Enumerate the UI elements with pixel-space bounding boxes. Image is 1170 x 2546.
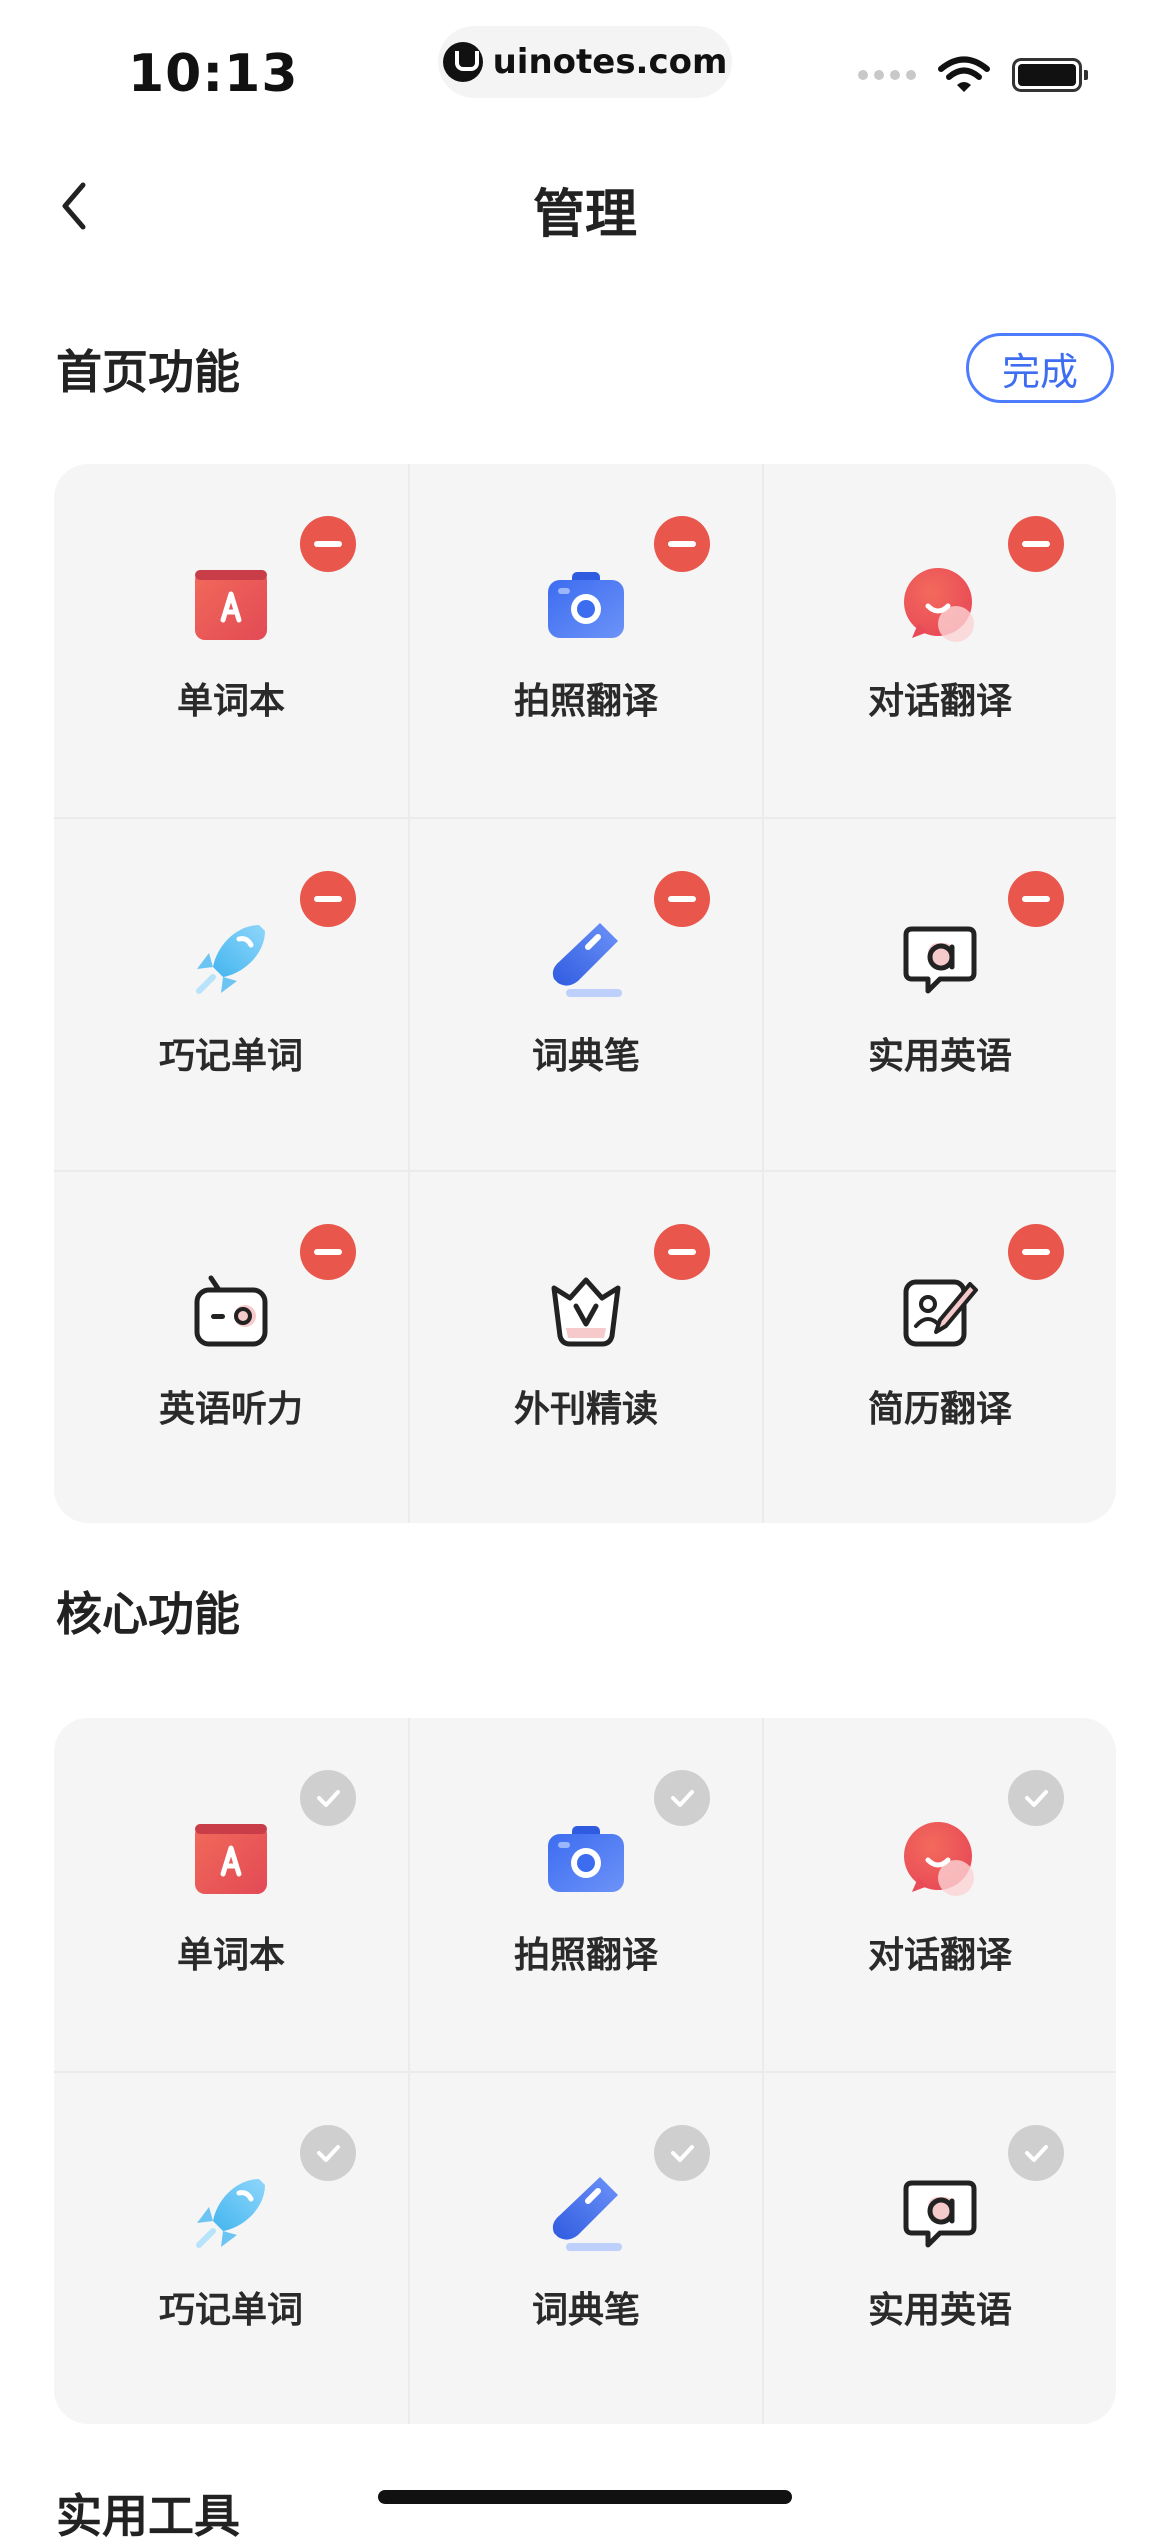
feature-tile-label: 词典笔 (531, 2290, 640, 2331)
feature-tile[interactable]: 巧记单词 (54, 2071, 408, 2424)
feature-tile[interactable]: 英语听力 (54, 1170, 408, 1523)
radio-icon (189, 1270, 273, 1354)
feature-tile-label: 英语听力 (158, 1389, 303, 1430)
feature-tile[interactable]: 词典笔 (408, 2071, 762, 2424)
feature-tile[interactable]: 简历翻译 (762, 1170, 1116, 1523)
home-section-title: 首页功能 (56, 345, 240, 399)
url-text: uinotes.com (492, 42, 728, 82)
feature-tile-label: 单词本 (176, 681, 285, 722)
remove-icon[interactable] (654, 871, 710, 927)
feature-tile[interactable]: 对话翻译 (762, 1718, 1116, 2071)
speech-a-icon (898, 917, 982, 1001)
remove-icon[interactable] (1008, 1224, 1064, 1280)
feature-tile[interactable]: 对话翻译 (762, 464, 1116, 817)
added-check-badge[interactable] (300, 1770, 356, 1826)
feature-tile-label: 外刊精读 (513, 1389, 658, 1430)
rocket-icon (189, 2171, 273, 2255)
feature-tile-label: 词典笔 (531, 1036, 640, 1077)
check-icon (1025, 1790, 1048, 1807)
check-icon (317, 1790, 340, 1807)
home-indicator (378, 2490, 792, 2504)
cellular-signal-icon (858, 70, 916, 80)
remove-icon[interactable] (654, 516, 710, 572)
check-icon (671, 1790, 694, 1807)
remove-icon[interactable] (654, 1224, 710, 1280)
check-icon (317, 2145, 340, 2162)
feature-tile-label: 实用英语 (867, 1036, 1012, 1077)
added-check-badge[interactable] (654, 1770, 710, 1826)
feature-tile[interactable]: 单词本 (54, 464, 408, 817)
dictionary-pen-icon (544, 917, 628, 1001)
added-check-badge[interactable] (1008, 2125, 1064, 2181)
remove-icon[interactable] (300, 871, 356, 927)
feature-tile[interactable]: 巧记单词 (54, 817, 408, 1170)
home-features-grid: 单词本 拍照翻译 对话翻译巧记单词 词典笔 实用英语英语听力 外刊精读 简历翻译 (54, 464, 1116, 1523)
added-check-badge[interactable] (654, 2125, 710, 2181)
camera-icon (544, 562, 628, 646)
core-features-grid: 单词本 拍照翻译 对话翻译巧记单词 词典笔 实用英语 (54, 1718, 1116, 2424)
crown-v-icon (544, 1270, 628, 1354)
feature-tile[interactable]: 实用英语 (762, 817, 1116, 1170)
remove-icon[interactable] (1008, 516, 1064, 572)
done-button[interactable]: 完成 (966, 333, 1114, 403)
check-icon (671, 2145, 694, 2162)
feature-tile[interactable]: 实用英语 (762, 2071, 1116, 2424)
status-indicators (858, 56, 1088, 94)
feature-tile[interactable]: 拍照翻译 (408, 464, 762, 817)
chat-bubble-icon (898, 562, 982, 646)
rocket-icon (189, 917, 273, 1001)
added-check-badge[interactable] (300, 2125, 356, 2181)
feature-tile[interactable]: 词典笔 (408, 817, 762, 1170)
dictionary-pen-icon (544, 2171, 628, 2255)
speech-a-icon (898, 2171, 982, 2255)
core-section-title: 核心功能 (56, 1587, 240, 1641)
remove-icon[interactable] (1008, 871, 1064, 927)
nav-bar: 管理 (0, 150, 1170, 260)
feature-tile-label: 拍照翻译 (513, 1935, 658, 1976)
feature-tile-label: 对话翻译 (867, 1935, 1012, 1976)
feature-tile[interactable]: 外刊精读 (408, 1170, 762, 1523)
status-time: 10:13 (128, 44, 299, 104)
url-pill[interactable]: uinotes.com (438, 26, 732, 98)
remove-icon[interactable] (300, 516, 356, 572)
resume-pen-icon (898, 1270, 982, 1354)
camera-icon (544, 1816, 628, 1900)
feature-tile[interactable]: 拍照翻译 (408, 1718, 762, 2071)
feature-tile-label: 单词本 (176, 1935, 285, 1976)
remove-icon[interactable] (300, 1224, 356, 1280)
feature-tile-label: 实用英语 (867, 2290, 1012, 2331)
page-title: 管理 (532, 185, 637, 245)
feature-tile-label: 巧记单词 (158, 1036, 303, 1077)
feature-tile[interactable]: 单词本 (54, 1718, 408, 2071)
status-bar: 10:13 uinotes.com (0, 0, 1170, 130)
feature-tile-label: 巧记单词 (158, 2290, 303, 2331)
feature-tile-label: 简历翻译 (867, 1389, 1012, 1430)
check-icon (1025, 2145, 1048, 2162)
site-logo-icon (442, 42, 483, 82)
feature-tile-label: 拍照翻译 (513, 681, 658, 722)
wifi-icon (938, 56, 990, 92)
feature-tile-label: 对话翻译 (867, 681, 1012, 722)
chat-bubble-icon (898, 1816, 982, 1900)
battery-icon (1012, 58, 1088, 92)
tools-section-title: 实用工具 (56, 2489, 240, 2543)
added-check-badge[interactable] (1008, 1770, 1064, 1826)
wordbook-icon (189, 1816, 273, 1900)
wordbook-icon (189, 562, 273, 646)
